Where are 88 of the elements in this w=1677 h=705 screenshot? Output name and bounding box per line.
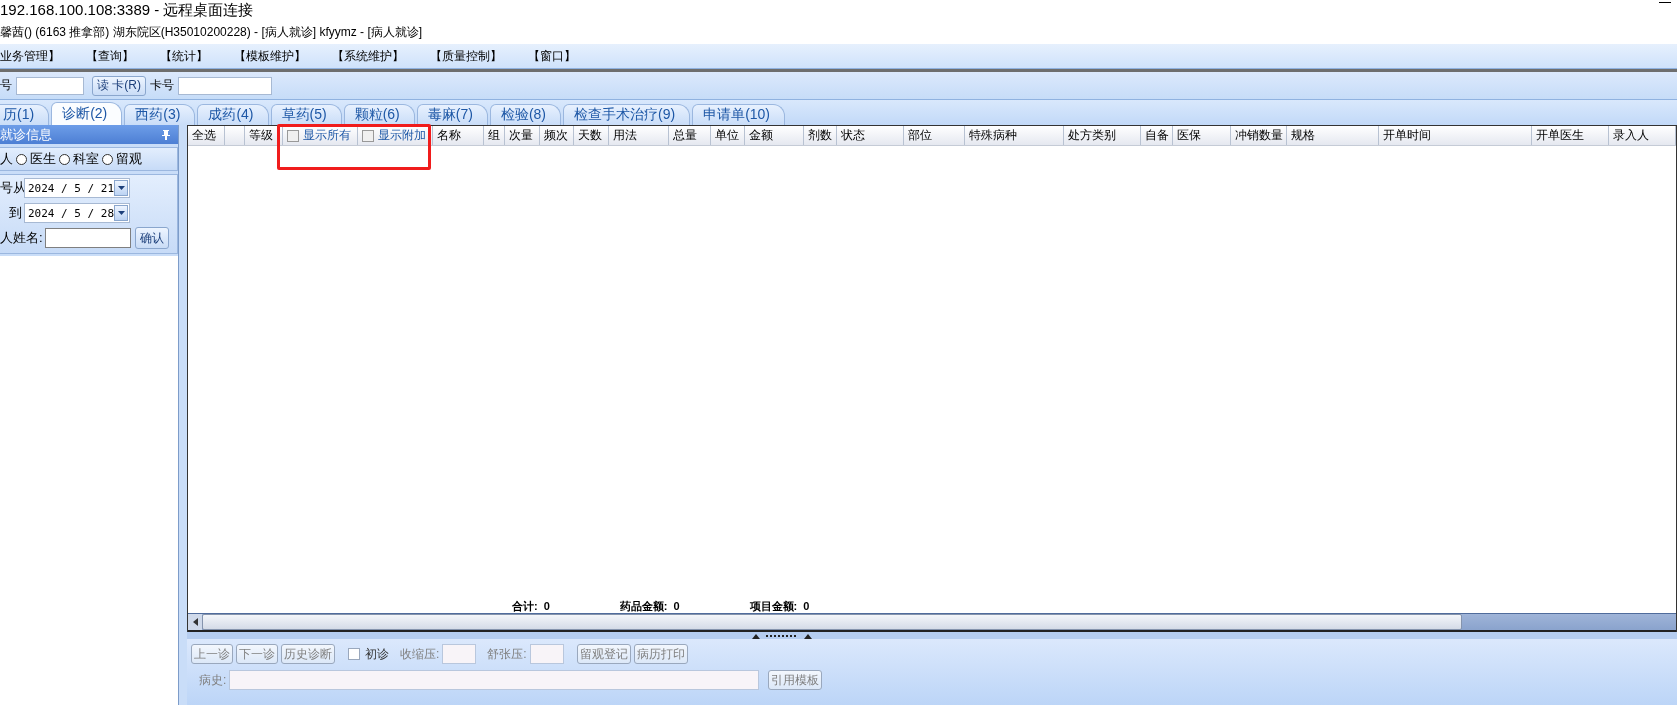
- checkbox-label: 初诊: [365, 645, 389, 663]
- checkbox[interactable]: [287, 129, 299, 142]
- scroll-left-icon[interactable]: [188, 614, 202, 630]
- systolic-field[interactable]: [442, 644, 477, 664]
- input-field[interactable]: [16, 76, 84, 95]
- menu-item[interactable]: 【系统维护】: [332, 47, 404, 65]
- column-header[interactable]: 次量: [505, 126, 540, 145]
- column-header[interactable]: 金额: [745, 126, 804, 145]
- menu-item[interactable]: 业务管理】: [0, 47, 60, 65]
- checkbox[interactable]: [348, 648, 360, 660]
- window-title: 192.168.100.108:3389 - 远程桌面连接: [0, 2, 254, 18]
- radio-button[interactable]: [102, 153, 113, 165]
- column-header[interactable]: 处方类别: [1064, 126, 1141, 145]
- column-header[interactable]: 等级: [245, 126, 283, 145]
- column-header[interactable]: 医保: [1173, 126, 1231, 145]
- radio-button[interactable]: [16, 153, 27, 165]
- column-header[interactable]: 全选: [188, 126, 225, 145]
- radio-label: 留观: [116, 150, 142, 168]
- checkbox[interactable]: [362, 129, 374, 142]
- date-field[interactable]: 2024 / 5 / 21: [24, 178, 130, 198]
- pin-icon[interactable]: [162, 129, 170, 140]
- total-label: 药品金额:: [619, 598, 668, 614]
- menu-item[interactable]: 【查询】: [86, 47, 134, 65]
- column-header[interactable]: 用法: [609, 126, 669, 145]
- radio-label: 人: [0, 150, 13, 168]
- column-header[interactable]: 组: [484, 126, 505, 145]
- app-title: 馨茜() (6163 推拿部) 湖东院区(H35010200228) - [病人就诊] kfyymz - [病人就诊]: [0, 23, 423, 41]
- scroll-thumb[interactable]: [202, 614, 1462, 630]
- caret-icon: [117, 211, 125, 215]
- column-header[interactable]: 单位: [711, 126, 745, 145]
- panel-title: 就诊信息: [0, 125, 52, 144]
- radio-label: 科室: [73, 150, 99, 168]
- total-label: 项目金额:: [749, 598, 798, 614]
- dropdown-button[interactable]: [114, 180, 128, 196]
- menu-item[interactable]: 【质量控制】: [430, 47, 502, 65]
- history-field[interactable]: [229, 670, 760, 690]
- name-field[interactable]: [44, 228, 131, 248]
- column-header[interactable]: 剂数: [804, 126, 837, 145]
- tab[interactable]: 申请单(10): [692, 104, 786, 125]
- column-header[interactable]: 名称: [433, 126, 484, 145]
- grip-icon[interactable]: [752, 632, 812, 639]
- checkbox-label: 显示附加: [378, 127, 426, 144]
- tab[interactable]: 检查手术治疗(9): [563, 104, 691, 125]
- column-header[interactable]: 冲销数量: [1231, 126, 1287, 145]
- total-value: 0: [543, 600, 550, 612]
- column-header[interactable]: 状态: [837, 126, 904, 145]
- column-header[interactable]: 天数: [574, 126, 609, 145]
- checkbox-label: 显示所有: [303, 127, 351, 144]
- column-header[interactable]: 部位: [904, 126, 965, 145]
- column-header[interactable]: 总量: [669, 126, 711, 145]
- field-label: 病史:: [199, 671, 227, 689]
- column-header[interactable]: 录入人: [1609, 126, 1676, 145]
- menu-item[interactable]: 【模板维护】: [234, 47, 306, 65]
- tab[interactable]: 草药(5): [270, 104, 342, 125]
- column-header[interactable]: 频次: [540, 126, 574, 145]
- menu-item[interactable]: 【统计】: [160, 47, 208, 65]
- column-header[interactable]: 开单医生: [1532, 126, 1609, 145]
- column-header[interactable]: 自备: [1141, 126, 1173, 145]
- read-card-button[interactable]: 读 卡(R): [92, 75, 146, 96]
- tab[interactable]: 诊断(2): [51, 102, 123, 125]
- radio-button[interactable]: [59, 153, 70, 165]
- field-label: 到: [8, 204, 22, 222]
- radio-label: 医生: [30, 150, 56, 168]
- tab[interactable]: 历(1): [0, 104, 50, 125]
- field-label: 舒张压:: [487, 645, 527, 663]
- tab[interactable]: 颗粒(6): [343, 104, 415, 125]
- date-field[interactable]: 2024 / 5 / 28: [24, 203, 130, 223]
- tab[interactable]: 成药(4): [197, 104, 269, 125]
- confirm-button[interactable]: 确认: [134, 227, 169, 249]
- column-header[interactable]: 特殊病种: [965, 126, 1064, 145]
- total-value: 0: [673, 600, 680, 612]
- field-label: 卡号: [150, 77, 174, 94]
- tab[interactable]: 毒麻(7): [416, 104, 488, 125]
- menu-item[interactable]: 【窗口】: [528, 47, 576, 65]
- total-value: 0: [803, 600, 810, 612]
- dropdown-button[interactable]: [114, 205, 128, 221]
- horizontal-scrollbar[interactable]: [188, 613, 1676, 632]
- column-header[interactable]: 开单时间: [1379, 126, 1532, 145]
- caret-icon: [117, 186, 125, 190]
- column-header[interactable]: 规格: [1287, 126, 1379, 145]
- card-number-field[interactable]: [178, 76, 272, 95]
- tab[interactable]: 检验(8): [489, 104, 561, 125]
- field-label: 号: [0, 77, 12, 94]
- diastolic-field[interactable]: [529, 644, 564, 664]
- field-label: 收缩压:: [400, 645, 440, 663]
- total-label: 合计:: [512, 598, 538, 614]
- tab[interactable]: 西药(3): [124, 104, 196, 125]
- field-label: 人姓名:: [0, 229, 43, 247]
